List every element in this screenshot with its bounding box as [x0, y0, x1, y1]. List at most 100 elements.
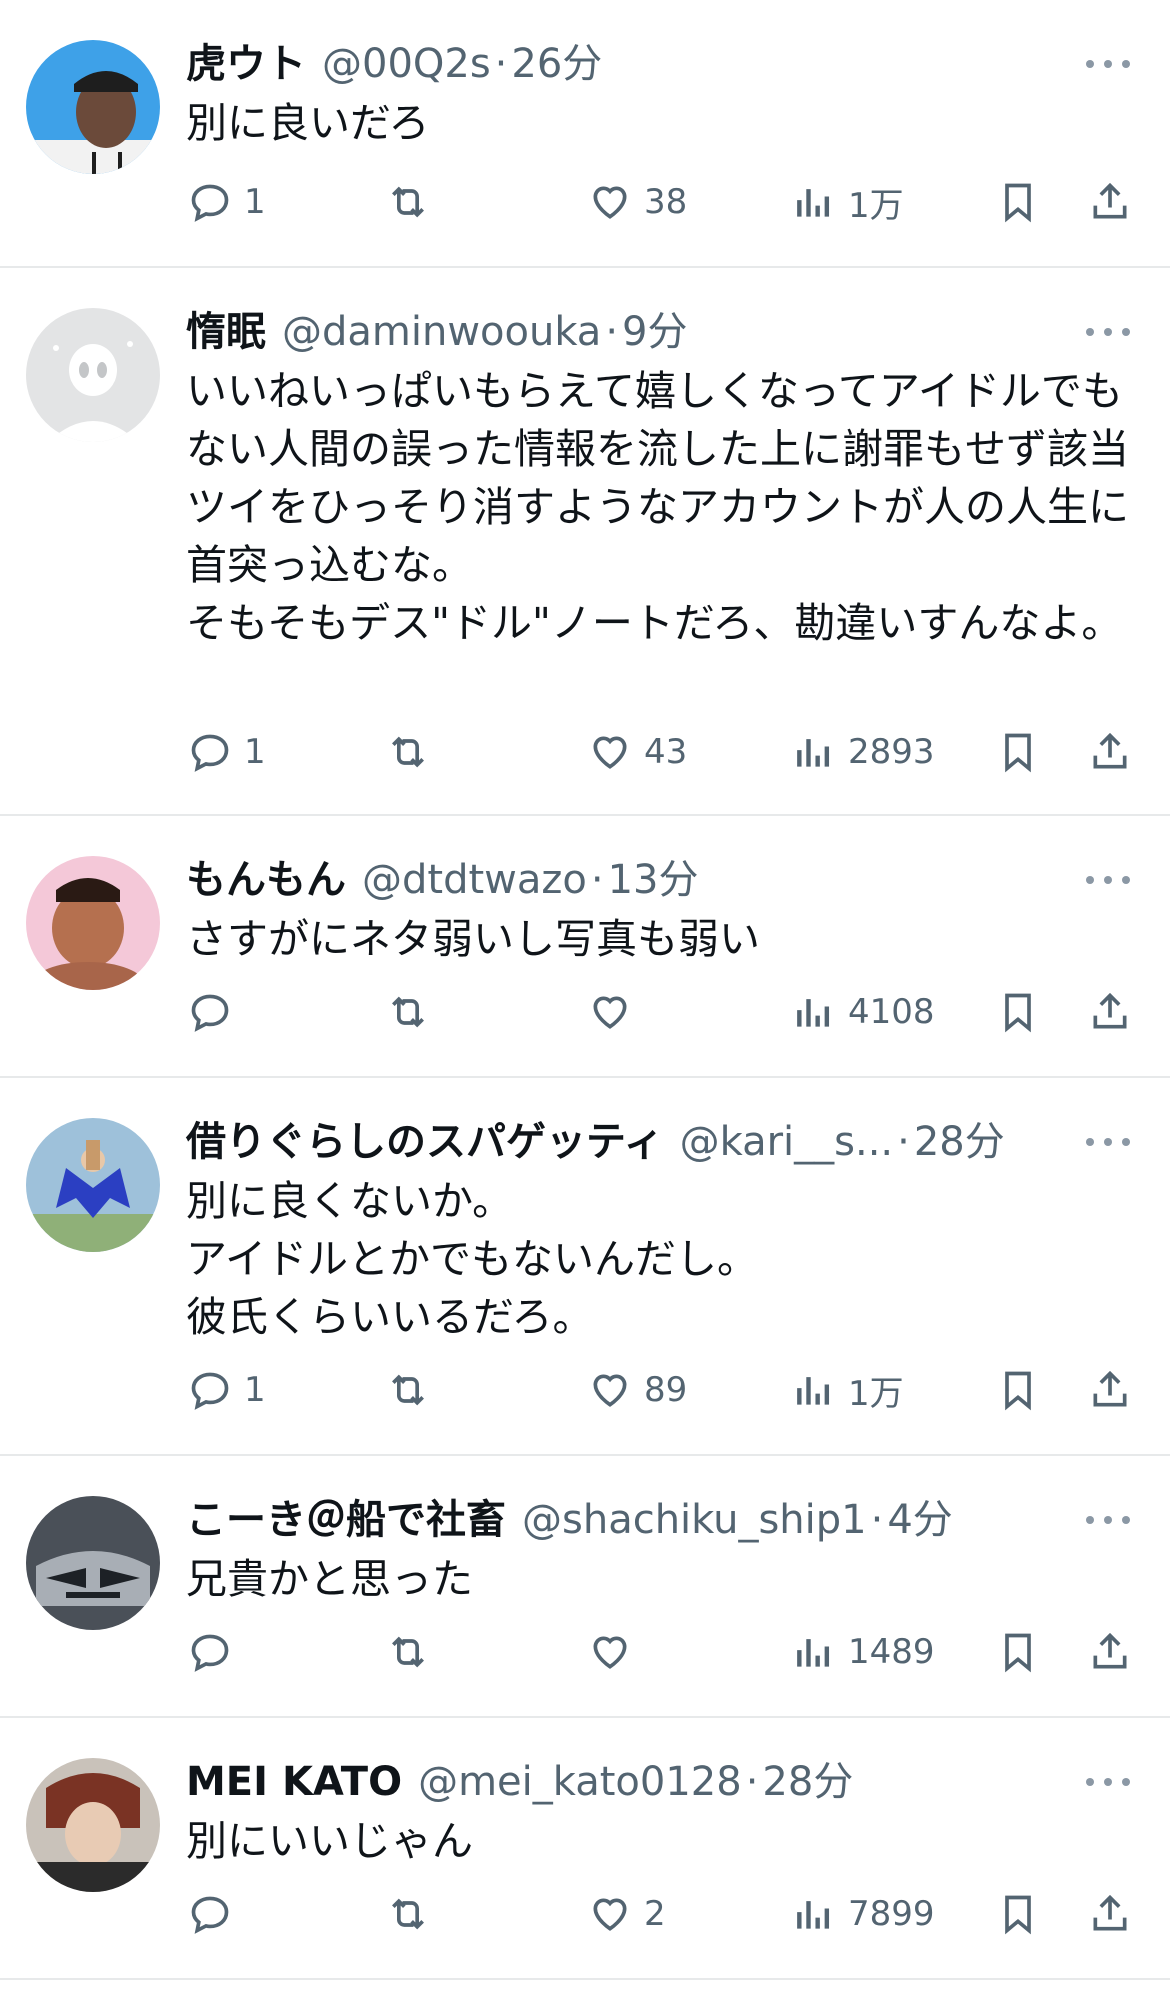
reply-icon: [191, 1634, 229, 1672]
avatar[interactable]: [26, 308, 160, 442]
timestamp[interactable]: 13分: [608, 850, 699, 910]
avatar[interactable]: [26, 1118, 160, 1252]
retweet-button[interactable]: [386, 722, 442, 782]
display-name[interactable]: 虎ウト: [186, 34, 306, 94]
share-button[interactable]: [1088, 1360, 1132, 1420]
more-options-icon[interactable]: [1086, 1130, 1130, 1154]
display-name[interactable]: MEI KATO: [186, 1752, 402, 1812]
timestamp[interactable]: 9分: [622, 302, 687, 362]
display-name[interactable]: 惰眠: [186, 302, 266, 362]
tweet-header: こーき＠船で社畜 @shachiku_ship1 · 4分: [186, 1490, 1130, 1550]
share-button[interactable]: [1088, 172, 1132, 232]
reply-button[interactable]: 1: [188, 1360, 266, 1420]
bookmark-icon: [1005, 993, 1031, 1033]
bookmark-button[interactable]: [996, 172, 1040, 232]
like-button[interactable]: [588, 982, 644, 1042]
tweet[interactable]: もんもん @dtdtwazo · 13分 さすがにネタ弱いし写真も弱い 4108: [0, 816, 1170, 1078]
timestamp[interactable]: 28分: [762, 1752, 853, 1812]
user-handle[interactable]: @daminwoouka: [282, 302, 601, 362]
avatar[interactable]: [26, 1496, 160, 1630]
tweet-content: MEI KATO @mei_kato0128 · 28分 別にいいじゃん: [186, 1752, 1130, 1870]
share-button[interactable]: [1088, 1884, 1132, 1944]
view-count: 1万: [848, 185, 904, 226]
views-button[interactable]: 4108: [792, 982, 935, 1042]
tweet[interactable]: MEI KATO @mei_kato0128 · 28分 別にいいじゃん 2 7…: [0, 1718, 1170, 1980]
separator-dot: ·: [605, 309, 619, 355]
timestamp[interactable]: 28分: [914, 1112, 1005, 1172]
tweet[interactable]: こーき＠船で社畜 @shachiku_ship1 · 4分 兄貴かと思った 14…: [0, 1456, 1170, 1718]
tweet-header: 惰眠 @daminwoouka · 9分: [186, 302, 1130, 362]
separator-dot: ·: [590, 857, 604, 903]
like-button[interactable]: 2: [588, 1884, 666, 1944]
share-button[interactable]: [1088, 982, 1132, 1042]
bookmark-button[interactable]: [996, 1622, 1040, 1682]
user-handle[interactable]: @shachiku_ship1: [522, 1490, 867, 1550]
timestamp[interactable]: 26分: [511, 34, 602, 94]
retweet-button[interactable]: [386, 982, 442, 1042]
views-button[interactable]: 1万: [792, 1360, 904, 1420]
avatar[interactable]: [26, 1758, 160, 1892]
retweet-button[interactable]: [386, 1622, 442, 1682]
tweet-content: 借りぐらしのスパゲッティ @kari__s... · 28分 別に良くないか。 …: [186, 1112, 1130, 1346]
more-options-icon[interactable]: [1086, 868, 1130, 892]
retweet-icon: [392, 186, 424, 218]
like-button[interactable]: 43: [588, 722, 687, 782]
tweet[interactable]: 借りぐらしのスパゲッティ @kari__s... · 28分 別に良くないか。 …: [0, 1078, 1170, 1456]
retweet-icon: [392, 1374, 424, 1406]
reply-button[interactable]: [188, 1622, 244, 1682]
like-button[interactable]: 89: [588, 1360, 687, 1420]
retweet-button[interactable]: [386, 172, 442, 232]
retweet-button[interactable]: [386, 1884, 442, 1944]
reply-button[interactable]: [188, 982, 244, 1042]
user-handle[interactable]: @dtdtwazo: [362, 850, 587, 910]
like-count: 43: [644, 732, 688, 772]
reply-button[interactable]: 1: [188, 722, 266, 782]
display-name[interactable]: もんもん: [186, 850, 346, 910]
share-button[interactable]: [1088, 722, 1132, 782]
analytics-icon: [797, 1377, 830, 1405]
display-name[interactable]: こーき＠船で社畜: [186, 1490, 506, 1550]
analytics-icon: [797, 739, 830, 767]
more-options-icon[interactable]: [1086, 52, 1130, 76]
tweet-text: 別に良いだろ: [186, 99, 430, 147]
views-button[interactable]: 2893: [792, 722, 935, 782]
user-handle[interactable]: @mei_kato0128: [418, 1752, 742, 1812]
retweet-button[interactable]: [386, 1360, 442, 1420]
tweet-header: もんもん @dtdtwazo · 13分: [186, 850, 1130, 910]
more-options-icon[interactable]: [1086, 1508, 1130, 1532]
user-handle[interactable]: @kari__s...: [680, 1112, 894, 1172]
user-handle[interactable]: @00Q2s: [322, 34, 491, 94]
tweet-text: 別に良くないか。 アイドルとかでもないんだし。 彼氏くらいいるだろ。: [186, 1177, 758, 1341]
more-options-icon[interactable]: [1086, 320, 1130, 344]
bookmark-button[interactable]: [996, 1884, 1040, 1944]
view-count: 7899: [848, 1894, 935, 1934]
action-bar: 4108: [186, 982, 1170, 1042]
display-name[interactable]: 借りぐらしのスパゲッティ: [186, 1112, 664, 1172]
separator-dot: ·: [897, 1119, 910, 1165]
bookmark-button[interactable]: [996, 722, 1040, 782]
separator-dot: ·: [494, 41, 508, 87]
share-button[interactable]: [1088, 1622, 1132, 1682]
more-options-icon[interactable]: [1086, 1770, 1130, 1794]
view-count: 4108: [848, 992, 935, 1032]
like-button[interactable]: [588, 1622, 644, 1682]
share-icon: [1093, 1894, 1127, 1931]
avatar[interactable]: [26, 40, 160, 174]
tweet-content: こーき＠船で社畜 @shachiku_ship1 · 4分 兄貴かと思った: [186, 1490, 1130, 1608]
views-button[interactable]: 1489: [792, 1622, 935, 1682]
tweet[interactable]: 虎ウト @00Q2s · 26分 別に良いだろ 1 38 1万: [0, 0, 1170, 268]
avatar[interactable]: [26, 856, 160, 990]
like-button[interactable]: 38: [588, 172, 687, 232]
bookmark-button[interactable]: [996, 1360, 1040, 1420]
bookmark-button[interactable]: [996, 982, 1040, 1042]
tweet[interactable]: 惰眠 @daminwoouka · 9分 いいねいっぱいもらえて嬉しくなってアイ…: [0, 268, 1170, 816]
reply-button[interactable]: 1: [188, 172, 266, 232]
views-button[interactable]: 7899: [792, 1884, 935, 1944]
reply-icon: [191, 734, 229, 772]
timestamp[interactable]: 4分: [887, 1490, 952, 1550]
reply-icon: [191, 1896, 229, 1934]
reply-button[interactable]: [188, 1884, 244, 1944]
action-bar: 1 89 1万: [186, 1360, 1170, 1420]
tweet-text: さすがにネタ弱いし写真も弱い: [186, 915, 760, 963]
views-button[interactable]: 1万: [792, 172, 904, 232]
